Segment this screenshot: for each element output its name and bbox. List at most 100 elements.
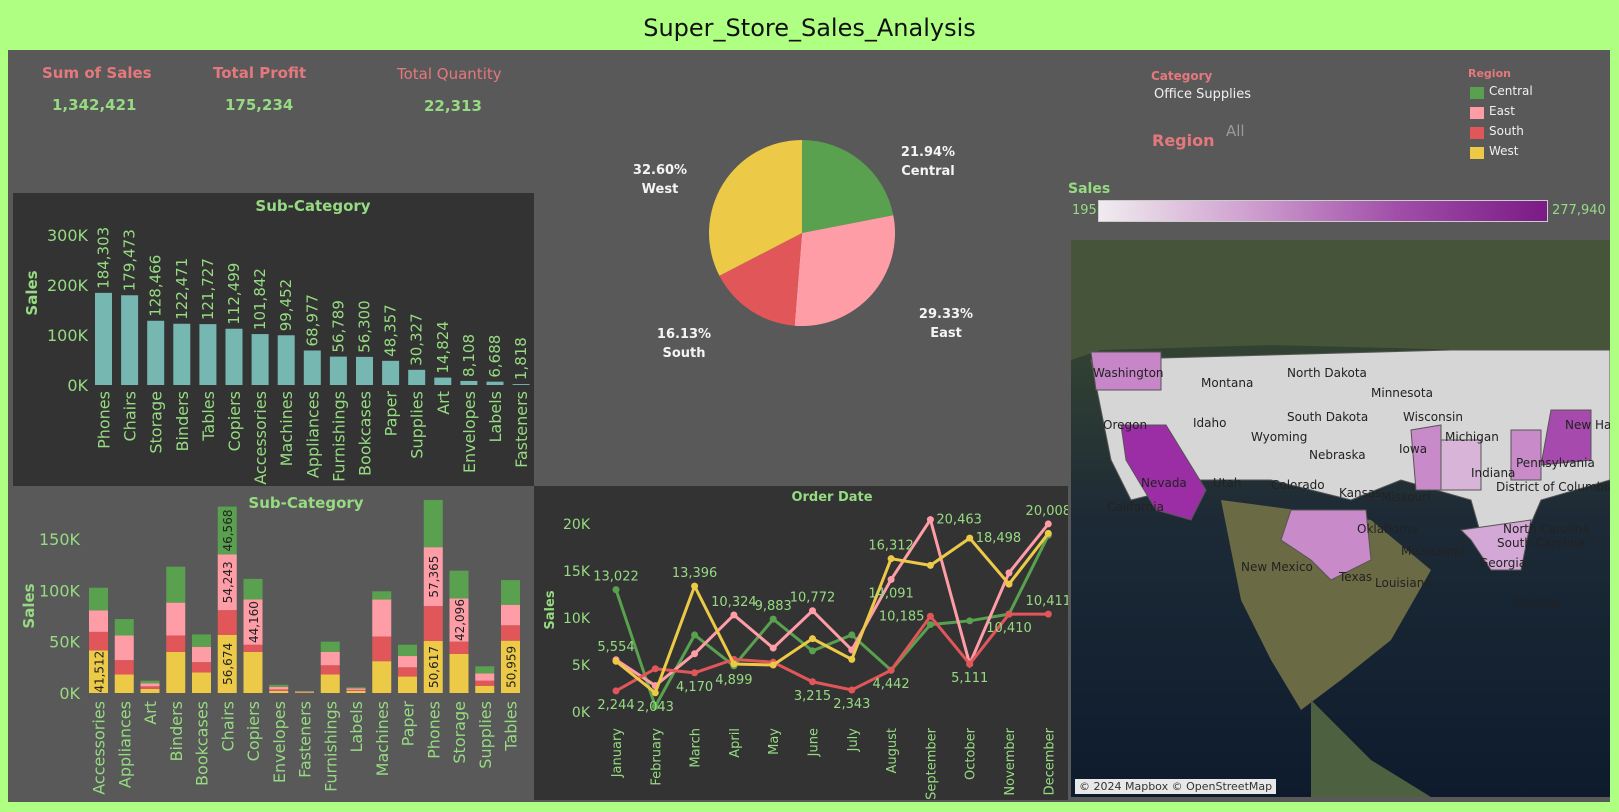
- line-data-label: 2,343: [833, 697, 870, 712]
- bar1-bar-envelopes: [460, 380, 478, 385]
- bar1-data-label: 1,818: [512, 337, 530, 380]
- bar2-segment-label: 50,959: [505, 646, 519, 688]
- line-y-tick: 5K: [572, 658, 591, 674]
- bar2-segment-south: [140, 686, 160, 689]
- map-attribution: © 2024 Mapbox © OpenStreetMap: [1075, 779, 1277, 794]
- map-state-label: Colorado: [1271, 478, 1325, 492]
- kpi-sales-value: 1,342,421: [52, 96, 137, 114]
- bar2-segment-east: [398, 656, 417, 668]
- bar1-bar-appliances: [303, 350, 321, 385]
- bar1-data-label: 68,977: [303, 294, 321, 347]
- line-point: [730, 611, 738, 619]
- map-state-label: Wisconsin: [1403, 410, 1463, 424]
- line-data-label: 2,244: [597, 698, 634, 713]
- bar2-category-label: Accessories: [90, 701, 109, 795]
- bar2-category-label: Paper: [399, 701, 418, 747]
- line-x-tick: October: [964, 727, 979, 780]
- bar2-category-label: Furnishings: [321, 701, 340, 792]
- line-point: [769, 644, 777, 652]
- map-state-label: Michigan: [1445, 430, 1499, 444]
- bar2-segment-west: [398, 676, 417, 693]
- bar1-data-label: 179,473: [121, 229, 139, 291]
- line-data-label: 14,091: [868, 587, 914, 602]
- kpi-profit-value: 175,234: [225, 96, 294, 114]
- legend-swatch-south[interactable]: [1470, 127, 1484, 139]
- bar2-segment-central: [114, 619, 134, 636]
- bar1-category-label: Bookcases: [356, 391, 375, 476]
- bar1-bar-phones: [95, 292, 112, 385]
- bar2-segment-east: [475, 673, 495, 681]
- pie-slice-east: [794, 215, 895, 326]
- kpi-quantity-label: Total Quantity: [397, 65, 502, 83]
- map-state-label: Utah: [1213, 476, 1242, 490]
- map-state-label: Minnesota: [1371, 386, 1433, 400]
- bar2-segment-west: [269, 690, 289, 693]
- line-data-label: 3,215: [794, 689, 831, 704]
- bar2-segment-south: [398, 667, 417, 677]
- bar2-segment-label: 56,674: [221, 643, 235, 685]
- line-point: [769, 661, 777, 669]
- sales-color-gradient: [1098, 200, 1548, 222]
- bar1-data-label: 121,727: [199, 258, 217, 320]
- map-state-label: California: [1107, 500, 1164, 514]
- bar1-data-label: 56,789: [329, 300, 347, 353]
- line-point: [651, 665, 659, 673]
- bar2-segment-central: [346, 687, 366, 689]
- bar2-category-label: Machines: [373, 701, 392, 776]
- map-state-label: Iowa: [1399, 442, 1428, 456]
- bar2-category-label: Tables: [502, 701, 521, 752]
- line-point: [926, 516, 934, 524]
- line-x-tick: May: [767, 728, 782, 755]
- bar2-segment-south: [501, 625, 520, 641]
- bar1-category-label: Storage: [147, 391, 166, 454]
- bar1-y-axis-label: Sales: [23, 270, 41, 315]
- line-point: [887, 576, 895, 584]
- bar2-segment-south: [114, 660, 134, 675]
- legend-swatch-central[interactable]: [1470, 87, 1484, 99]
- bar2-segment-south: [320, 665, 340, 675]
- legend-label-south[interactable]: South: [1489, 124, 1524, 138]
- bar2-segment-south: [475, 680, 495, 686]
- line-point: [809, 678, 816, 686]
- bar1-category-label: Supplies: [408, 391, 427, 459]
- bar2-segment-east: [269, 686, 289, 690]
- legend-swatch-east[interactable]: [1470, 107, 1484, 119]
- bar1-category-label: Tables: [199, 391, 218, 442]
- sales-scale-max: 277,940: [1552, 203, 1606, 218]
- region-filter-value[interactable]: All: [1226, 122, 1245, 140]
- line-point: [809, 647, 816, 655]
- line-title: Order Date: [791, 490, 872, 505]
- bar2-y-tick: 100K: [39, 581, 81, 600]
- bar1-category-label: Labels: [486, 391, 505, 443]
- bar1-bar-copiers: [225, 328, 243, 385]
- bar2-segment-label: 57,365: [427, 556, 441, 598]
- legend-swatch-west[interactable]: [1470, 147, 1484, 159]
- category-filter-value[interactable]: Office Supplies: [1154, 87, 1251, 102]
- region-pie-chart: 21.94% Central 29.33% East 16.13% South 32.60%…: [633, 140, 973, 361]
- bar1-data-label: 30,327: [408, 313, 426, 366]
- line-point: [966, 534, 974, 542]
- line-data-label: 10,410: [986, 621, 1032, 636]
- bar1-category-label: Furnishings: [329, 391, 348, 482]
- pie-region-label: South: [662, 346, 705, 361]
- line-data-label: 20,463: [936, 513, 982, 528]
- kpi-sales-label: Sum of Sales: [42, 64, 152, 82]
- bar1-data-label: 6,688: [486, 335, 504, 378]
- bar2-category-label: Binders: [167, 701, 186, 761]
- map-state-label: Kansas: [1339, 486, 1382, 500]
- line-data-label: 4,170: [676, 680, 713, 695]
- line-data-label: 10,324: [711, 595, 757, 610]
- legend-label-west[interactable]: West: [1489, 144, 1519, 158]
- map-state-label: Louisiana: [1375, 576, 1432, 590]
- bar2-segment-south: [449, 641, 469, 654]
- legend-label-east[interactable]: East: [1489, 104, 1515, 118]
- line-point: [848, 655, 856, 663]
- bar1-data-label: 14,824: [434, 321, 452, 374]
- legend-label-central[interactable]: Central: [1489, 84, 1533, 98]
- region-legend-title: Region: [1468, 67, 1511, 80]
- line-point: [691, 631, 699, 639]
- line-point: [966, 660, 974, 668]
- sales-map[interactable]: Washington Montana North Dakota Minnesota Or…: [1071, 240, 1610, 797]
- bar2-segment-central: [243, 578, 263, 600]
- map-state-label: Mississippi: [1401, 544, 1465, 558]
